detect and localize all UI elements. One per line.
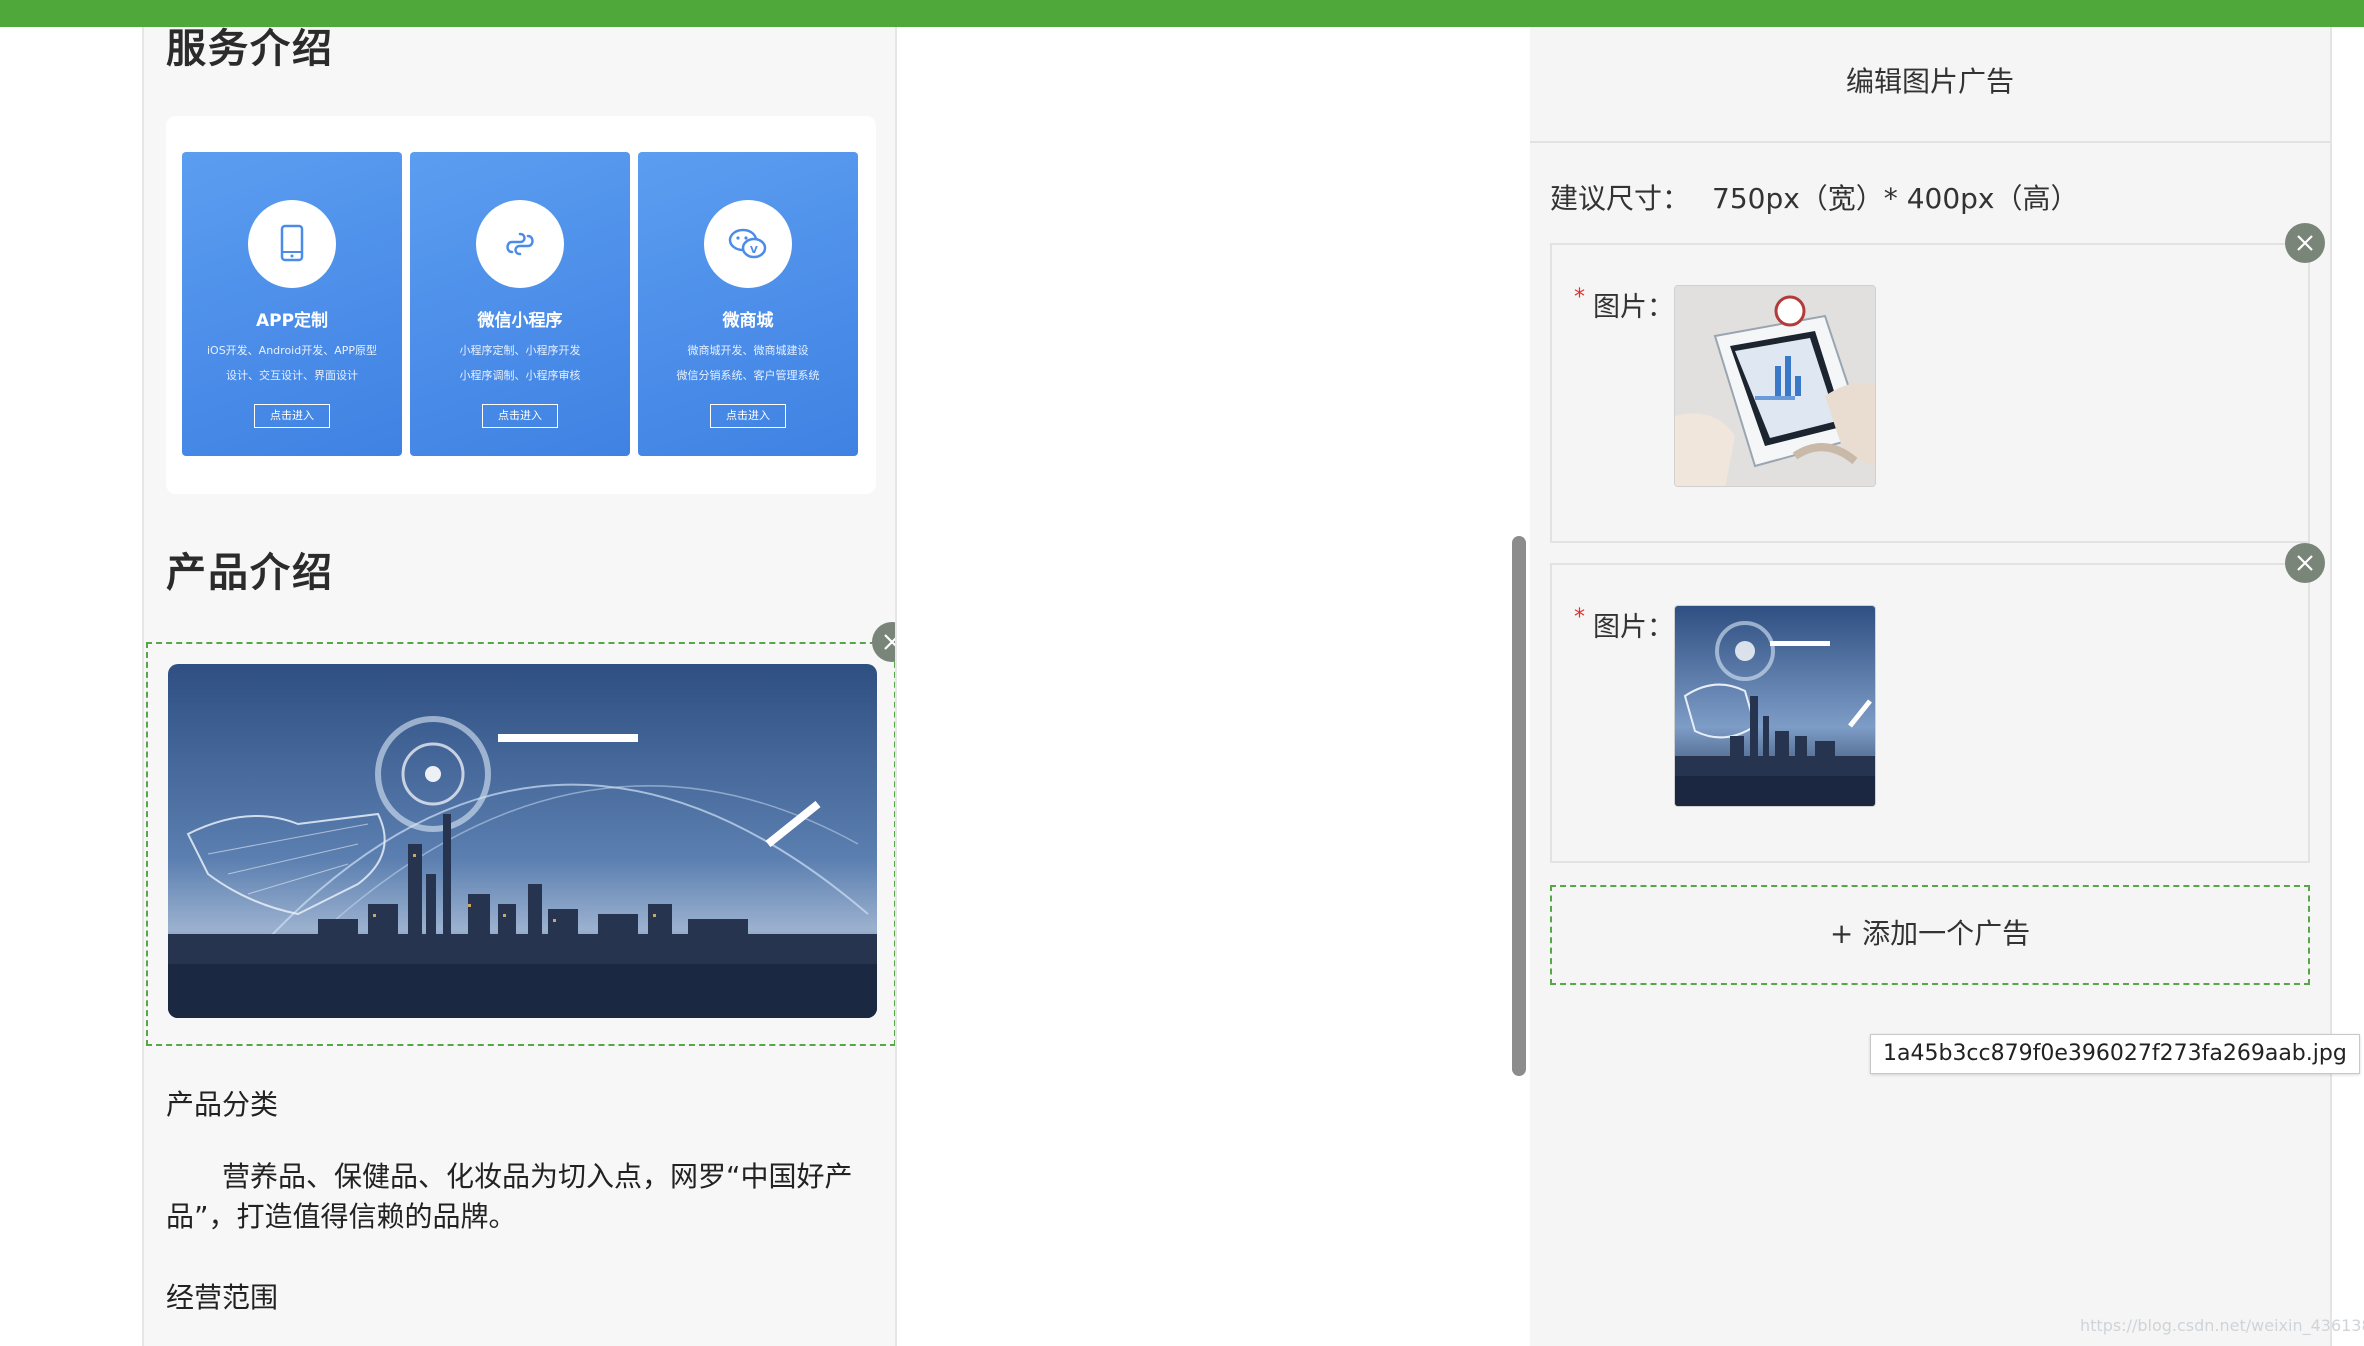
enter-button[interactable]: 点击进入 [254, 404, 330, 428]
selected-banner-module[interactable] [146, 642, 895, 1046]
enter-button[interactable]: 点击进入 [482, 404, 558, 428]
city-tech-image[interactable] [1674, 605, 1876, 807]
required-mark: * [1574, 605, 1585, 630]
service-desc: 小程序定制、小程序开发 小程序调制、小程序审核 [459, 344, 581, 382]
edit-image-ad-panel: 编辑图片广告 建议尺寸： 750px（宽）* 400px（高） * 图片： * … [1530, 27, 2332, 1346]
size-value: 750px（宽）* 400px（高） [1712, 182, 2079, 215]
miniprogram-icon [476, 200, 564, 288]
office-analytics-image[interactable] [1674, 285, 1876, 487]
watermark: https://blog.csdn.net/weixin_43613849 [2080, 1316, 2364, 1335]
top-bar [0, 0, 2364, 27]
service-desc: 微商城开发、微商城建设 微信分销系统、客户管理系统 [676, 344, 820, 382]
service-desc: iOS开发、Android开发、APP原型 设计、交互设计、界面设计 [206, 344, 378, 382]
category-heading: 产品分类 [166, 1088, 279, 1121]
wechat-icon: V [704, 200, 792, 288]
product-section-title: 产品介绍 [166, 550, 334, 596]
image-label: * 图片： [1574, 285, 1674, 323]
phone-preview[interactable]: 服务介绍 APP定制 iOS开发、Android开发、APP原型 设计、交互设计… [142, 0, 897, 1346]
required-mark: * [1574, 285, 1585, 310]
panel-title: 编辑图片广告 [1530, 27, 2330, 143]
service-card[interactable]: APP定制 iOS开发、Android开发、APP原型 设计、交互设计、界面设计… [166, 116, 876, 494]
service-title: 微信小程序 [477, 311, 563, 331]
ad-item[interactable]: * 图片： [1550, 563, 2310, 863]
enter-button[interactable]: 点击进入 [710, 404, 786, 428]
ad-item[interactable]: * 图片： [1550, 243, 2310, 543]
tablet-icon [248, 200, 336, 288]
scrollbar-thumb[interactable] [1512, 536, 1526, 1076]
size-hint: 建议尺寸： 750px（宽）* 400px（高） [1550, 177, 2079, 217]
product-paragraph: 营养品、保健品、化妆品为切入点，网罗“中国好产品”，打造值得信赖的品牌。 [166, 1160, 853, 1233]
service-title: APP定制 [255, 311, 329, 331]
service-title: 微商城 [722, 311, 774, 331]
service-tile-miniprogram[interactable]: 微信小程序 小程序定制、小程序开发 小程序调制、小程序审核 点击进入 [410, 152, 630, 456]
service-tile-mall[interactable]: V 微商城 微商城开发、微商城建设 微信分销系统、客户管理系统 点击进入 [638, 152, 858, 456]
remove-ad-close-icon[interactable] [2285, 543, 2325, 583]
scope-heading: 经营范围 [166, 1281, 279, 1314]
image-label: * 图片： [1574, 605, 1674, 643]
filename-tooltip: 1a45b3cc879f0e396027f273fa269aab.jpg [1870, 1034, 2360, 1074]
size-label: 建议尺寸： [1550, 182, 1691, 215]
service-tile-app[interactable]: APP定制 iOS开发、Android开发、APP原型 设计、交互设计、界面设计… [182, 152, 402, 456]
city-tech-banner-image [168, 664, 877, 1018]
svg-text:V: V [750, 245, 758, 256]
add-ad-button[interactable]: + 添加一个广告 [1550, 885, 2310, 985]
remove-ad-close-icon[interactable] [2285, 223, 2325, 263]
